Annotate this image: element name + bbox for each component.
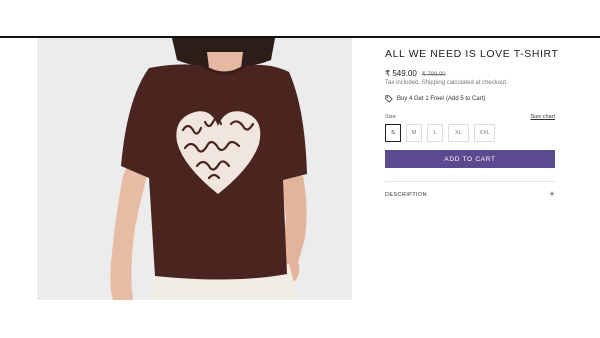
plus-icon[interactable]: + (549, 190, 555, 199)
size-options: S M L XL XXL (385, 124, 555, 142)
size-label: Size (385, 114, 396, 120)
product-details: ALL WE NEED IS LOVE T-SHIRT ₹ 549.00 ₹ 7… (385, 38, 559, 199)
size-option-xl[interactable]: XL (448, 124, 469, 142)
size-chart-link[interactable]: Size chart (531, 114, 555, 120)
size-option-xxl[interactable]: XXL (474, 124, 495, 142)
offer-text: Buy 4 Get 1 Free! (Add 5 to Cart) (397, 96, 486, 102)
price-row: ₹ 549.00 ₹ 799.00 (385, 69, 555, 78)
offer-banner: Buy 4 Get 1 Free! (Add 5 to Cart) (385, 95, 555, 103)
compare-price: ₹ 799.00 (421, 72, 446, 78)
size-option-l[interactable]: L (427, 124, 443, 142)
size-option-s[interactable]: S (385, 124, 401, 142)
product-image[interactable] (37, 38, 352, 300)
size-option-m[interactable]: M (406, 124, 422, 142)
description-label: DESCRIPTION (385, 191, 427, 198)
product-title: ALL WE NEED IS LOVE T-SHIRT (385, 48, 559, 60)
description-accordion[interactable]: DESCRIPTION + (385, 190, 555, 199)
sale-price: ₹ 549.00 (385, 69, 417, 78)
size-header: Size Size chart (385, 114, 555, 120)
add-to-cart-button[interactable]: ADD TO CART (385, 150, 555, 168)
tag-icon (385, 95, 393, 103)
tax-note: Tax included. Shipping calculated at che… (385, 80, 508, 86)
tshirt-photo (37, 38, 352, 300)
section-divider (385, 181, 555, 182)
